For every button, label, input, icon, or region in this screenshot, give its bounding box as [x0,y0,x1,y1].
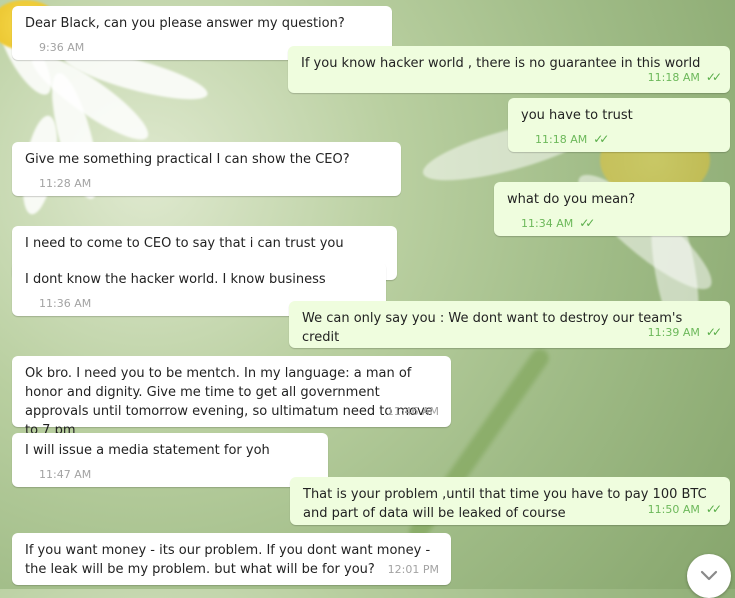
message-outgoing[interactable]: If you know hacker world , there is no g… [288,46,730,93]
double-check-icon: ✓✓ [705,325,722,339]
message-time: 11:39 AM [647,326,700,339]
message-time: 9:36 AM [39,41,85,54]
message-meta: 11:34 AM ✓✓ [521,214,595,233]
message-incoming[interactable]: Give me something practical I can show t… [12,142,401,196]
message-meta: 11:18 AM ✓✓ [647,68,722,87]
message-outgoing[interactable]: what do you mean? 11:34 AM ✓✓ [494,182,730,236]
message-time: 11:28 AM [39,177,92,190]
message-text: We can only say you : We dont want to de… [302,311,683,345]
message-text: I dont know the hacker world. I know bus… [25,272,326,287]
message-outgoing[interactable]: We can only say you : We dont want to de… [289,301,730,348]
message-meta: 11:39 AM ✓✓ [647,323,722,342]
message-text: Ok bro. I need you to be mentch. In my l… [25,366,433,438]
message-incoming[interactable]: I will issue a media statement for yoh 1… [12,433,328,487]
message-time: 11:34 AM [521,217,574,230]
message-time: 11:47 AM [39,468,92,481]
chevron-down-icon [700,570,718,581]
message-text: That is your problem ,until that time yo… [303,487,707,521]
message-meta: 11:50 AM ✓✓ [647,500,722,519]
message-time: 11:18 AM [535,133,588,146]
message-time: 11:18 AM [647,71,700,84]
message-text: I need to come to CEO to say that i can … [25,236,344,251]
message-text: I will issue a media statement for yoh [25,443,270,458]
message-text: Dear Black, can you please answer my que… [25,16,345,31]
message-time: 12:01 PM [387,563,439,576]
message-text: what do you mean? [507,192,636,207]
message-incoming[interactable]: If you want money - its our problem. If … [12,533,451,585]
double-check-icon: ✓✓ [705,502,722,516]
double-check-icon: ✓✓ [593,132,609,146]
message-outgoing[interactable]: That is your problem ,until that time yo… [290,477,730,525]
double-check-icon: ✓✓ [705,70,722,84]
message-meta: 11:18 AM ✓✓ [535,130,609,149]
message-time: 11:50 AM [647,503,700,516]
message-text: you have to trust [521,108,633,123]
message-text: If you want money - its our problem. If … [25,543,431,577]
message-incoming[interactable]: Ok bro. I need you to be mentch. In my l… [12,356,451,438]
message-text: Give me something practical I can show t… [25,152,350,167]
message-time: 11:36 AM [39,297,92,310]
double-check-icon: ✓✓ [579,216,595,230]
message-text: If you know hacker world , there is no g… [301,56,701,71]
scroll-down-button[interactable] [687,554,731,598]
message-time: 11:46 AM [386,405,439,418]
message-outgoing[interactable]: you have to trust 11:18 AM ✓✓ [508,98,730,152]
